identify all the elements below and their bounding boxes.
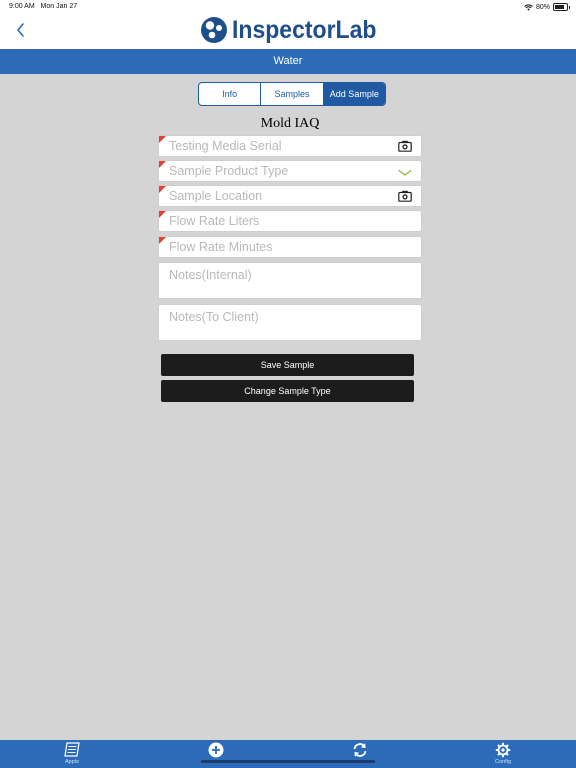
testing-media-serial-field[interactable]: Testing Media Serial [158,135,422,157]
required-marker [159,211,166,218]
flow-rate-minutes-field[interactable]: Flow Rate Minutes [158,236,422,258]
add-circle-icon [208,742,224,758]
tab-config-label: Config [495,759,511,765]
sample-product-type-placeholder: Sample Product Type [169,164,289,178]
notes-client-placeholder: Notes(To Client) [169,310,259,324]
sample-product-type-field[interactable]: Sample Product Type [158,160,422,182]
settings-gear-icon [495,742,511,758]
flow-rate-minutes-placeholder: Flow Rate Minutes [169,240,273,254]
tab-sync[interactable] [340,742,380,759]
flow-rate-liters-field[interactable]: Flow Rate Liters [158,210,422,232]
wifi-icon [524,3,533,11]
segment-info[interactable]: Info [199,83,262,105]
segment-add-sample[interactable]: Add Sample [323,83,385,105]
chevron-down-icon[interactable] [398,167,412,179]
app-header: InspectorLab [0,14,576,49]
change-sample-type-button[interactable]: Change Sample Type [161,380,414,402]
back-chevron-icon[interactable] [12,20,32,40]
required-marker [159,161,166,168]
appointments-icon [64,742,80,757]
battery-icon [553,3,570,11]
save-sample-button[interactable]: Save Sample [161,354,414,376]
app-logo: InspectorLab [200,14,389,46]
camera-icon[interactable] [398,140,412,152]
status-bar: 9:00 AM Mon Jan 27 80% [0,0,576,14]
camera-icon[interactable] [398,190,412,202]
tab-add[interactable] [196,742,236,759]
sync-icon [353,743,367,757]
notes-client-field[interactable]: Notes(To Client) [158,304,422,341]
home-indicator [201,760,375,763]
battery-percentage: 80% [535,3,550,11]
status-date: Mon Jan 27 [40,3,78,10]
status-time: 9:00 AM Mon Jan 27 [9,3,78,10]
form-title: Mold IAQ [260,116,320,131]
notes-internal-field[interactable]: Notes(Internal) [158,262,422,299]
flow-rate-liters-placeholder: Flow Rate Liters [169,214,260,228]
tab-appts-label: Appts [64,759,80,765]
logo-text: InspectorLab [232,16,377,44]
segment-samples[interactable]: Samples [261,83,324,105]
required-marker [159,237,166,244]
notes-internal-placeholder: Notes(Internal) [169,268,252,282]
tab-config[interactable]: Config [483,742,523,765]
logo-mark-icon [201,17,227,43]
required-marker [159,186,166,193]
status-indicators: 80% [524,3,570,11]
testing-media-serial-placeholder: Testing Media Serial [169,139,282,153]
sample-location-field[interactable]: Sample Location [158,185,422,207]
sample-location-placeholder: Sample Location [169,189,263,203]
segmented-control: Info Samples Add Sample [198,82,386,106]
tab-appts[interactable]: Appts [52,742,92,765]
required-marker [159,136,166,143]
page-title: Water [0,49,576,74]
tab-bar: Appts Config [0,740,576,768]
